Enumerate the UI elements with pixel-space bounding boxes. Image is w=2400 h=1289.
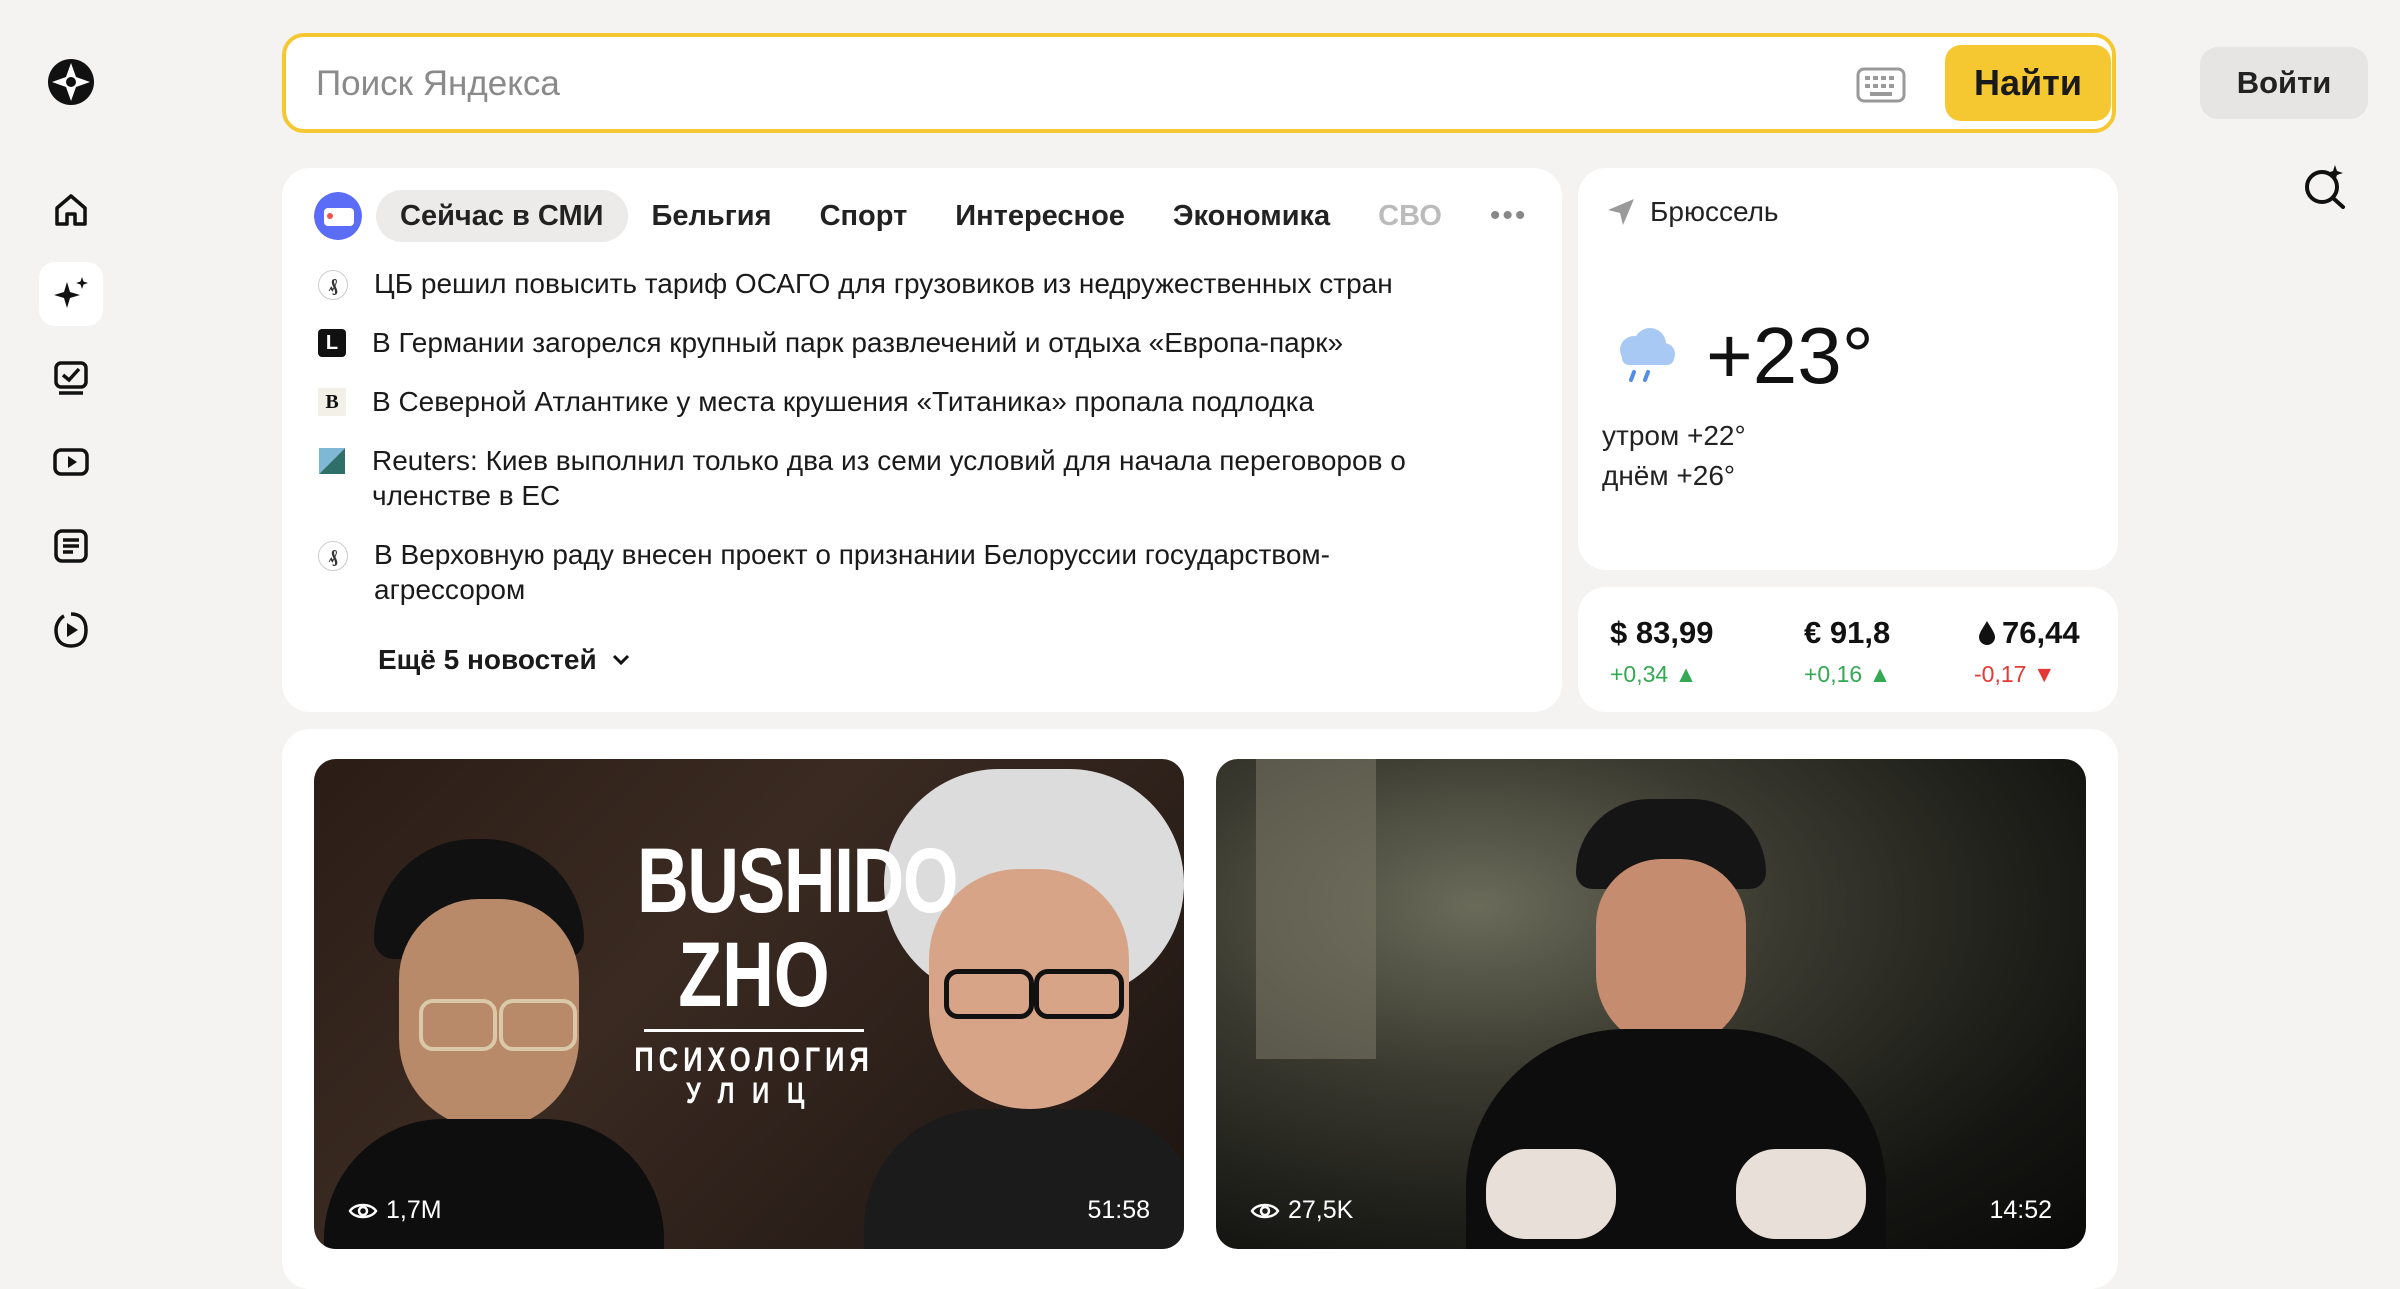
video-background-wall [1256, 759, 1376, 1059]
rain-cloud-icon [1620, 328, 1675, 382]
video-views: 1,7M [348, 1196, 442, 1225]
source-logo-icon: B [318, 388, 346, 416]
video-person-left [324, 839, 664, 1249]
video-person [1466, 799, 1886, 1249]
news-item[interactable]: L В Германии загорелся крупный парк разв… [318, 325, 1478, 360]
more-tabs-icon[interactable]: ••• [1490, 199, 1528, 233]
weather-temperature: +23° [1706, 311, 1874, 400]
news-list: ₰ ЦБ решил повысить тариф ОСАГО для груз… [318, 266, 1478, 631]
weather-morning: утром +22° [1602, 420, 1746, 451]
news-headline[interactable]: ЦБ решил повысить тариф ОСАГО для грузов… [374, 266, 1393, 301]
rate-value: $ 83,99 [1610, 615, 1714, 650]
video-subtitle-1: ПСИХОЛОГИЯ [634, 1041, 874, 1079]
more-news-button[interactable]: Ещё 5 новостей [378, 644, 633, 676]
eye-icon [348, 1203, 378, 1218]
video-subtitle-2: УЛИЦ [685, 1077, 823, 1110]
weather-city: Брюссель [1650, 196, 1779, 227]
video-title-2: ZHO [678, 924, 830, 1026]
news-headline[interactable]: В Германии загорелся крупный парк развле… [372, 325, 1343, 360]
search-button[interactable]: Найти [1945, 45, 2111, 121]
sidebar-item-video[interactable] [39, 430, 103, 494]
video-icon [53, 448, 89, 476]
source-logo-icon [318, 447, 346, 475]
keyboard-icon[interactable] [1856, 65, 1906, 105]
tab-now-in-media[interactable]: Сейчас в СМИ [376, 190, 628, 242]
video-feed: BUSHIDO ZHO ПСИХОЛОГИЯ УЛИЦ 1,7M 51:58 2… [282, 729, 2118, 1289]
sidebar-item-home[interactable] [39, 178, 103, 242]
news-item[interactable]: ₰ ЦБ решил повысить тариф ОСАГО для груз… [318, 266, 1478, 301]
source-logo-icon: ₰ [318, 541, 348, 571]
more-news-label: Ещё 5 новостей [378, 644, 597, 675]
rate-change: +0,34 ▲ [1610, 661, 1698, 687]
video-duration: 14:52 [1989, 1196, 2052, 1224]
location-arrow-icon [1608, 199, 1634, 225]
login-button[interactable]: Войти [2200, 47, 2368, 119]
oil-drop-icon [1979, 621, 1995, 645]
rate-change: -0,17 ▼ [1974, 661, 2056, 687]
tab-belgium[interactable]: Бельгия [628, 190, 796, 242]
rates-card: $ 83,99 +0,34 ▲ € 91,8 +0,16 ▲ 76,44 -0,… [1578, 587, 2118, 712]
video-views: 27,5K [1250, 1196, 1353, 1225]
yandex-logo-icon [48, 59, 94, 105]
eye-icon [1250, 1203, 1280, 1218]
sidebar-item-articles[interactable] [39, 514, 103, 578]
yandex-logo[interactable] [46, 57, 96, 107]
alice-search-icon[interactable] [2302, 163, 2348, 209]
news-card: Сейчас в СМИ Бельгия Спорт Интересное Эк… [282, 168, 1562, 712]
article-icon [54, 529, 88, 563]
tab-economy[interactable]: Экономика [1149, 190, 1354, 242]
sidebar-item-tasks[interactable] [39, 346, 103, 410]
video-duration: 51:58 [1087, 1196, 1150, 1224]
source-logo-icon: ₰ [318, 270, 348, 300]
news-item[interactable]: B В Северной Атлантике у места крушения … [318, 384, 1478, 419]
news-headline[interactable]: В Верховную раду внесен проект о признан… [374, 537, 1478, 607]
video-views-count: 1,7M [386, 1196, 442, 1224]
video-title-divider [644, 1029, 864, 1032]
weather-location[interactable]: Брюссель [1606, 196, 1779, 228]
video-views-count: 27,5K [1288, 1196, 1354, 1224]
news-headline[interactable]: В Северной Атлантике у места крушения «Т… [372, 384, 1314, 419]
news-item[interactable]: ₰ В Верховную раду внесен проект о призн… [318, 537, 1478, 607]
rate-change: +0,16 ▲ [1804, 661, 1892, 687]
sparkle-icon [54, 277, 88, 308]
video-title-1: BUSHIDO [637, 830, 959, 932]
weather-day: днём +26° [1602, 460, 1736, 491]
search-input[interactable] [314, 55, 1818, 113]
video-thumbnail[interactable]: BUSHIDO ZHO ПСИХОЛОГИЯ УЛИЦ 1,7M 51:58 [314, 759, 1184, 1249]
tab-svo[interactable]: СВО [1354, 190, 1466, 242]
rate-value: € 91,8 [1804, 615, 1891, 650]
rate-value-row: 76,44 [1978, 615, 2080, 651]
search-bar: Найти [282, 33, 2116, 133]
sidebar-item-alice[interactable] [39, 262, 103, 326]
news-headline[interactable]: Reuters: Киев выполнил только два из сем… [372, 443, 1478, 513]
news-item[interactable]: Reuters: Киев выполнил только два из сем… [318, 443, 1478, 513]
tab-interesting[interactable]: Интересное [931, 190, 1149, 242]
video-thumbnail[interactable]: 27,5K 14:52 [1216, 759, 2086, 1249]
rate-eur[interactable]: € 91,8 +0,16 ▲ [1804, 615, 1891, 688]
chevron-down-icon [612, 654, 629, 666]
home-icon [55, 194, 87, 226]
play-circle-icon [54, 612, 88, 648]
news-logo-icon[interactable] [314, 192, 362, 240]
source-logo-icon: L [318, 329, 346, 357]
sidebar-item-clips[interactable] [39, 598, 103, 662]
weather-card[interactable]: Брюссель +23° утром +22° днём +26° [1578, 168, 2118, 570]
news-tabs: Сейчас в СМИ Бельгия Спорт Интересное Эк… [314, 190, 1527, 242]
rate-usd[interactable]: $ 83,99 +0,34 ▲ [1610, 615, 1713, 688]
rate-oil[interactable]: 76,44 -0,17 ▼ [1974, 615, 2080, 688]
tasks-icon [54, 361, 88, 395]
rate-value: 76,44 [2002, 615, 2080, 650]
tab-sport[interactable]: Спорт [796, 190, 932, 242]
